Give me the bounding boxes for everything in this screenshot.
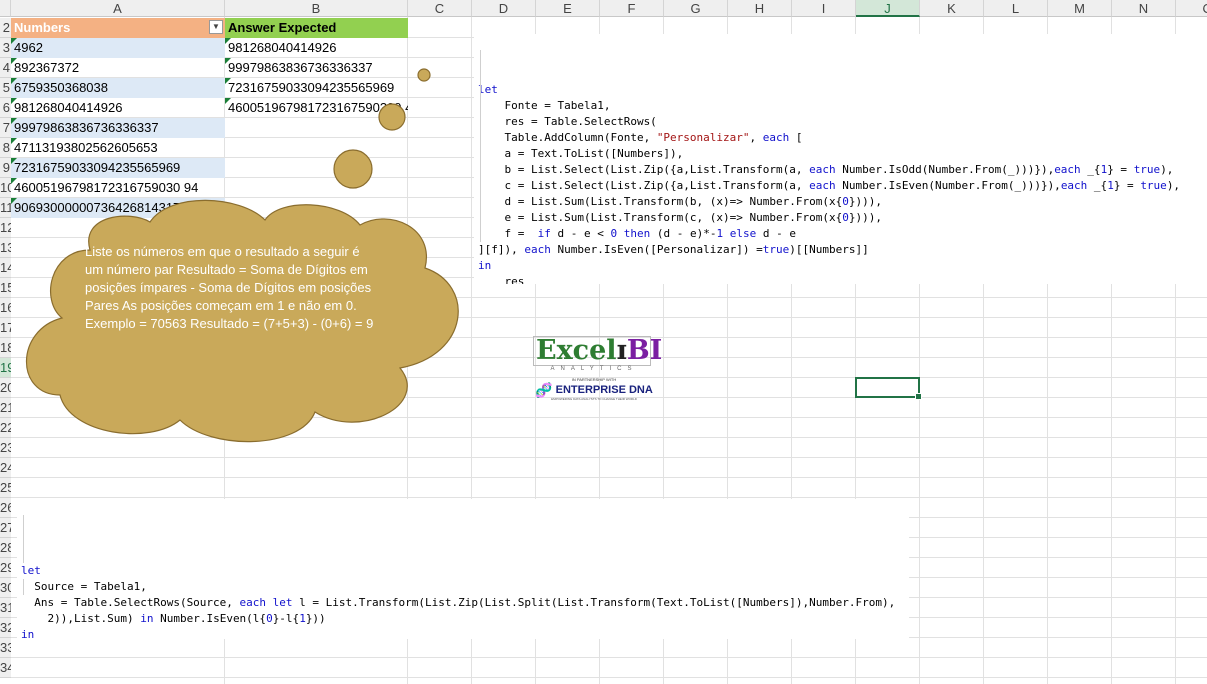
logo-tagline: EMPOWERING DATA ANALYSTS TO CHANGE THEIR… bbox=[551, 397, 637, 401]
excelbi-logo: ExcelɪBI ANALYTICS IN PARTNERSHIP WITH 🧬… bbox=[533, 335, 662, 406]
dna-icon: 🧬 bbox=[535, 382, 553, 398]
logo-enterprise-dna: ENTERPRISE DNA bbox=[555, 384, 653, 396]
active-cell-selection[interactable] bbox=[855, 377, 922, 400]
cloud-bubble-medium bbox=[378, 103, 406, 131]
cloud-text: Liste os números em que o resultado a se… bbox=[85, 244, 374, 331]
cloud-bubble-small bbox=[417, 68, 431, 82]
logo-bi-text: BI bbox=[626, 335, 663, 366]
logo-excel-text: Excel bbox=[536, 335, 617, 366]
spreadsheet-grid[interactable]: ABCDEFGHIJKLMNO 234567891011121314151617… bbox=[0, 0, 1207, 684]
cloud-bubble-large bbox=[333, 149, 373, 189]
logo-figure-icon: ɪ bbox=[616, 335, 627, 366]
logo-analytics: ANALYTICS bbox=[550, 366, 638, 372]
